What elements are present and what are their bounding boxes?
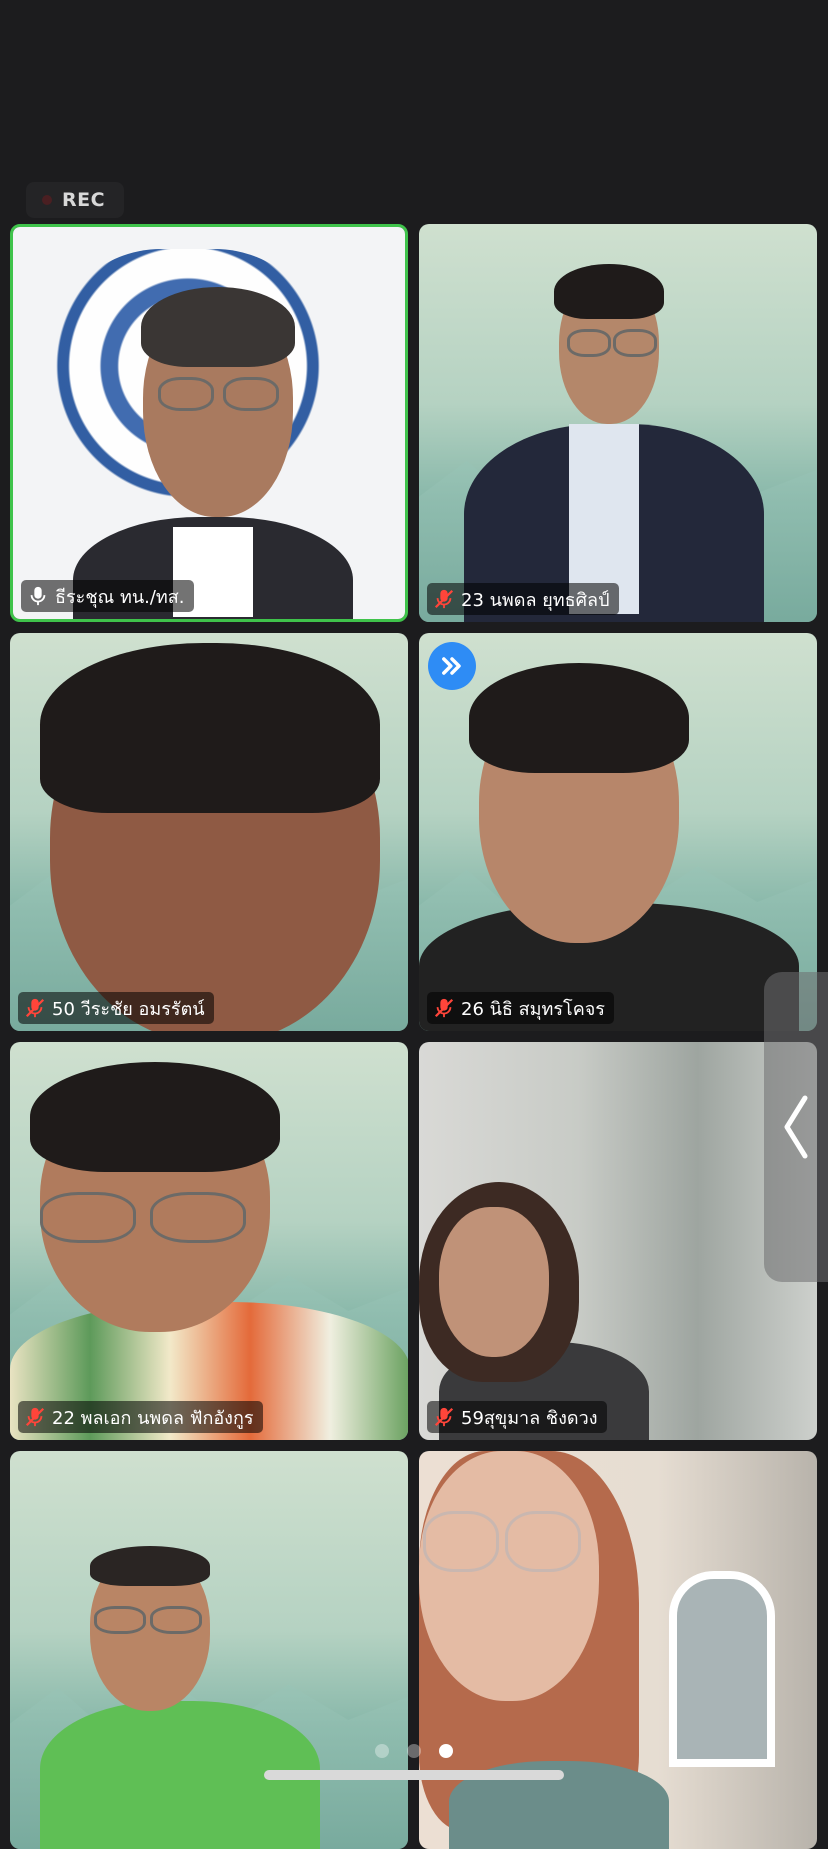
participant-name-tag: 23 นพดล ยุทธศิลป์	[427, 583, 619, 615]
record-dot-icon	[42, 195, 52, 205]
participant-tile-1[interactable]: ธีระชุณ ทน./ทส.	[10, 224, 408, 622]
participant-tile-6[interactable]: 59สุขุมาล ชิงดวง	[419, 1042, 817, 1440]
muted-mic-icon	[25, 998, 45, 1018]
participant-name-tag: 26 นิธิ สมุทรโคจร	[427, 992, 614, 1024]
participant-tile-8[interactable]	[419, 1451, 817, 1849]
muted-mic-icon	[434, 1407, 454, 1427]
recording-label: REC	[62, 189, 106, 211]
active-mic-icon	[30, 586, 46, 606]
participant-name: 50 วีระชัย อมรรัตน์	[52, 998, 205, 1020]
participant-tile-4[interactable]: 26 นิธิ สมุทรโคจร	[419, 633, 817, 1031]
participant-name: 59สุขุมาล ชิงดวง	[461, 1407, 598, 1429]
muted-mic-icon	[434, 998, 454, 1018]
side-panel-toggle[interactable]	[764, 972, 828, 1282]
participant-tile-2[interactable]: 23 นพดล ยุทธศิลป์	[419, 224, 817, 622]
spotlight-icon	[442, 657, 461, 675]
participant-name-tag: ธีระชุณ ทน./ทส.	[21, 580, 194, 612]
page-dot-active[interactable]	[439, 1744, 453, 1758]
page-indicator[interactable]	[0, 1744, 828, 1758]
participant-name-tag: 50 วีระชัย อมรรัตน์	[18, 992, 214, 1024]
muted-mic-icon	[25, 1407, 45, 1427]
page-dot[interactable]	[375, 1744, 389, 1758]
participant-name: 23 นพดล ยุทธศิลป์	[461, 589, 610, 611]
muted-mic-icon	[434, 589, 454, 609]
participant-name: ธีระชุณ ทน./ทส.	[55, 586, 185, 608]
home-indicator[interactable]	[264, 1770, 564, 1780]
chevron-left-icon	[784, 1095, 808, 1159]
participant-name-tag: 59สุขุมาล ชิงดวง	[427, 1401, 607, 1433]
participant-name: 26 นิธิ สมุทรโคจร	[461, 998, 605, 1020]
spotlight-badge[interactable]	[428, 642, 476, 690]
participant-name-tag: 22 พลเอก นพดล ฟักอังกูร	[18, 1401, 263, 1433]
participant-tile-7[interactable]	[10, 1451, 408, 1849]
participant-tile-5[interactable]: 22 พลเอก นพดล ฟักอังกูร	[10, 1042, 408, 1440]
recording-indicator: REC	[26, 182, 124, 218]
participant-name: 22 พลเอก นพดล ฟักอังกูร	[52, 1407, 254, 1429]
page-dot[interactable]	[407, 1744, 421, 1758]
participant-tile-3[interactable]: 50 วีระชัย อมรรัตน์	[10, 633, 408, 1031]
